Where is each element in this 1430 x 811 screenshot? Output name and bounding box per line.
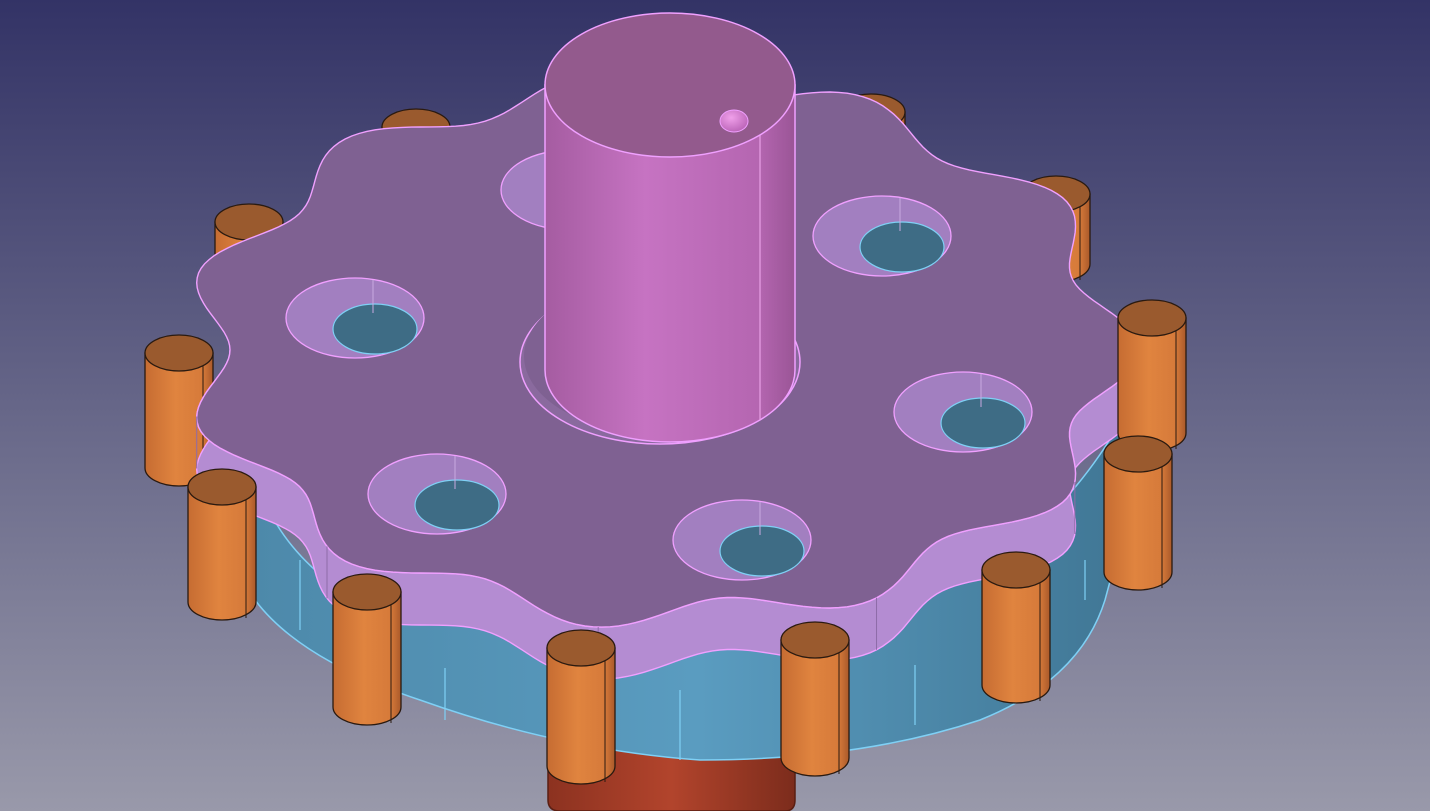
pin[interactable] [1117, 299, 1187, 452]
plate-hole[interactable] [367, 453, 507, 535]
plate-hole[interactable] [893, 371, 1033, 453]
plate-hole[interactable] [672, 499, 812, 581]
plate-hole[interactable] [285, 277, 425, 359]
plate-hole[interactable] [812, 195, 952, 277]
pin[interactable] [332, 573, 402, 726]
hub-top-face[interactable] [544, 12, 796, 158]
pin[interactable] [187, 468, 257, 621]
central-hub[interactable] [544, 12, 796, 443]
hub-bump[interactable] [719, 109, 749, 133]
pin[interactable] [780, 621, 850, 777]
pin[interactable] [1103, 435, 1173, 591]
pin[interactable] [981, 551, 1051, 704]
pin[interactable] [546, 629, 616, 785]
model-scene[interactable] [0, 0, 1430, 811]
3d-viewport[interactable] [0, 0, 1430, 811]
